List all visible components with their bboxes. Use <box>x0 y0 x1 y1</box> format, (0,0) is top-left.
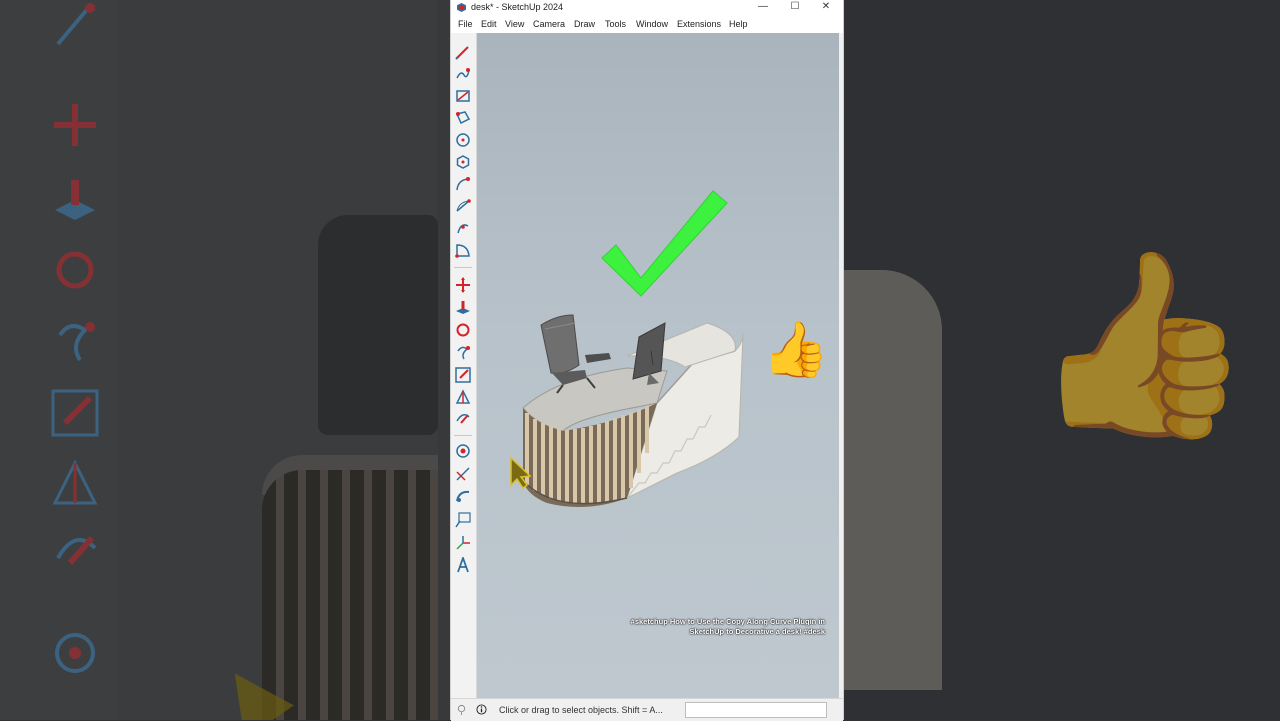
background-push-pull-icon <box>55 180 95 220</box>
toolbar-separator <box>454 435 472 436</box>
background-scale-icon <box>51 389 99 437</box>
background-flip-icon <box>52 459 98 505</box>
close-button[interactable]: ✕ <box>819 1 833 13</box>
background-desk-side <box>842 270 942 690</box>
menu-file[interactable]: File <box>458 19 473 29</box>
large-tool-set-toolbar <box>451 33 477 698</box>
background-offset-icon <box>56 536 97 565</box>
rotated-rectangle-icon[interactable] <box>455 110 471 126</box>
status-message: Click or drag to select objects. Shift =… <box>499 705 663 715</box>
pencil-line-icon[interactable] <box>455 44 471 60</box>
flip-icon[interactable] <box>455 389 471 405</box>
axes-icon[interactable] <box>455 535 471 551</box>
freehand-icon[interactable] <box>455 66 471 82</box>
background-arc-icon <box>56 3 95 46</box>
toolbar-separator <box>454 267 472 268</box>
background-thumbs-up-icon: 👍 <box>1030 244 1255 445</box>
status-bar: Click or drag to select objects. Shift =… <box>451 698 843 721</box>
drawing-viewport[interactable]: 👍 #sketchup How to Use the Copy Along Cu… <box>477 33 839 698</box>
measurements-box[interactable] <box>685 702 827 718</box>
sketchup-window: desk* - SketchUp 2024 — ☐ ✕ File Edit Vi… <box>450 0 844 721</box>
dimension-icon[interactable] <box>455 466 471 482</box>
window-title: desk* - SketchUp 2024 <box>471 2 564 12</box>
background-tape-icon <box>55 633 95 673</box>
background-desk-slats <box>262 470 438 720</box>
text-icon[interactable] <box>455 512 471 528</box>
sketchup-logo-icon <box>457 3 466 12</box>
menu-edit[interactable]: Edit <box>481 19 497 29</box>
background-toolstrip <box>0 0 118 720</box>
menu-extensions[interactable]: Extensions <box>677 19 721 29</box>
3d-text-icon[interactable] <box>455 557 471 573</box>
menu-bar: File Edit View Camera Draw Tools Window … <box>451 15 843 33</box>
tape-measure-icon[interactable] <box>455 443 471 459</box>
menu-view[interactable]: View <box>505 19 524 29</box>
offset-icon[interactable] <box>455 411 471 427</box>
follow-me-icon[interactable] <box>455 344 471 360</box>
minimize-button[interactable]: — <box>756 1 770 13</box>
thumbs-up-icon: 👍 <box>762 320 830 380</box>
rotate-icon[interactable] <box>455 322 471 338</box>
geolocation-icon[interactable] <box>456 704 467 715</box>
move-icon[interactable] <box>455 277 471 293</box>
menu-help[interactable]: Help <box>729 19 748 29</box>
maximize-button[interactable]: ☐ <box>788 1 802 13</box>
checkmark-icon <box>601 190 728 297</box>
arc-icon[interactable] <box>455 176 471 192</box>
background-rotate-icon <box>56 251 94 289</box>
info-icon[interactable] <box>476 704 487 715</box>
protractor-icon[interactable] <box>455 489 471 505</box>
scale-icon[interactable] <box>455 367 471 383</box>
two-point-arc-icon[interactable] <box>455 198 471 214</box>
menu-tools[interactable]: Tools <box>605 19 626 29</box>
rectangle-icon[interactable] <box>455 88 471 104</box>
video-caption: #sketchup How to Use the Copy Along Curv… <box>630 617 825 636</box>
pie-icon[interactable] <box>455 242 471 258</box>
push-pull-icon[interactable] <box>455 300 471 316</box>
menu-draw[interactable]: Draw <box>574 19 595 29</box>
three-point-arc-icon[interactable] <box>455 220 471 236</box>
circle-icon[interactable] <box>455 132 471 148</box>
title-bar: desk* - SketchUp 2024 — ☐ ✕ <box>451 0 843 15</box>
menu-camera[interactable]: Camera <box>533 19 565 29</box>
background-chair <box>318 215 438 435</box>
background-move-icon <box>54 104 96 146</box>
background-follow-me-icon <box>58 322 95 362</box>
polygon-icon[interactable] <box>455 154 471 170</box>
menu-window[interactable]: Window <box>636 19 668 29</box>
